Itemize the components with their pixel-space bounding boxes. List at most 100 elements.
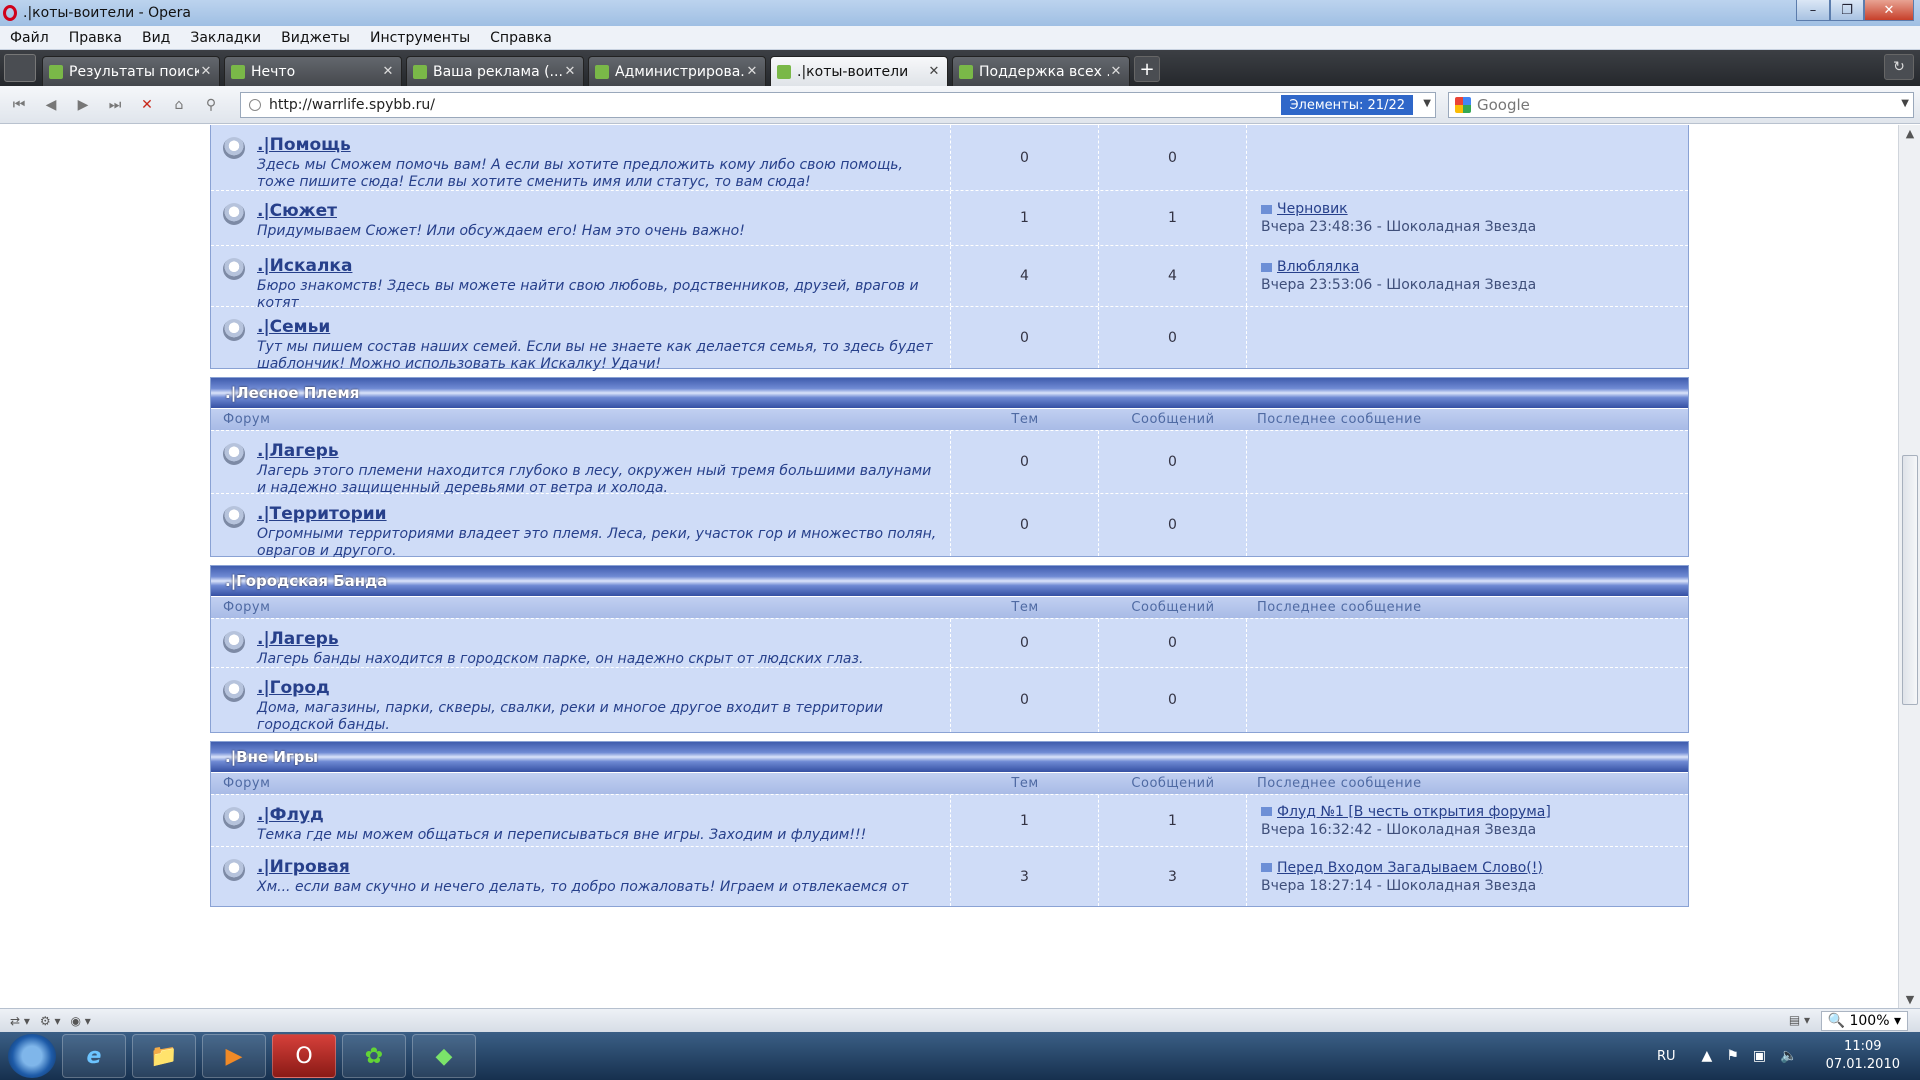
- clock[interactable]: 11:09 07.01.2010: [1826, 1038, 1900, 1074]
- forum-link[interactable]: .|Игровая: [257, 857, 940, 877]
- new-tab-button[interactable]: +: [1134, 56, 1160, 82]
- start-button[interactable]: [8, 1034, 56, 1078]
- menu-item[interactable]: Файл: [0, 30, 59, 46]
- internet-explorer-icon[interactable]: e: [62, 1034, 126, 1078]
- menu-item[interactable]: Правка: [59, 30, 132, 46]
- panel-toggle-button[interactable]: [4, 54, 36, 82]
- folder-icon[interactable]: 📁: [132, 1034, 196, 1078]
- elements-counter[interactable]: Элементы: 21/22: [1281, 95, 1413, 115]
- rewind-icon[interactable]: ⏮: [6, 92, 32, 118]
- view-icon[interactable]: ▤ ▾: [1789, 1013, 1810, 1027]
- scroll-up-icon[interactable]: ▲: [1899, 127, 1920, 140]
- tab-title[interactable]: Ваша реклама (...:...: [433, 64, 563, 80]
- icq-icon[interactable]: ✿: [342, 1034, 406, 1078]
- minimize-button[interactable]: –: [1796, 0, 1830, 21]
- forum-description: Огромными территориями владеет это племя…: [257, 526, 937, 559]
- scroll-down-icon[interactable]: ▼: [1899, 993, 1920, 1006]
- last-post-link[interactable]: Черновик: [1261, 201, 1348, 217]
- menu-item[interactable]: Закладки: [180, 30, 271, 46]
- fast-forward-icon[interactable]: ⏭: [102, 92, 128, 118]
- tab-title[interactable]: Администрирова...: [615, 64, 745, 80]
- last-post-topic[interactable]: Флуд №1 [В честь открытия форума]: [1277, 804, 1551, 820]
- menu-item[interactable]: Вид: [132, 30, 180, 46]
- browser-tab[interactable]: Поддержка всех ... ✕: [952, 56, 1130, 86]
- tab-close-icon[interactable]: ✕: [1109, 64, 1123, 79]
- tab-close-icon[interactable]: ✕: [563, 64, 577, 79]
- tab-close-icon[interactable]: ✕: [927, 64, 941, 79]
- stop-icon[interactable]: ✕: [134, 92, 160, 118]
- tab-title[interactable]: Поддержка всех ...: [979, 64, 1109, 80]
- search-field[interactable]: Google ▼: [1448, 92, 1914, 118]
- forum-link[interactable]: .|Территории: [257, 504, 940, 524]
- address-url[interactable]: http://warrlife.spybb.ru/: [269, 97, 435, 113]
- menu-item[interactable]: Инструменты: [360, 30, 480, 46]
- forum-text: .|Флуд Темка где мы можем общаться и пере…: [257, 805, 940, 844]
- language-indicator[interactable]: RU: [1657, 1049, 1676, 1064]
- forum-link[interactable]: .|Лагерь: [257, 441, 940, 461]
- sync-icon[interactable]: ⇄ ▾: [10, 1014, 30, 1028]
- last-post-link[interactable]: Перед Входом Загадываем Слово(!): [1261, 860, 1543, 876]
- browser-tab[interactable]: Администрирова... ✕: [588, 56, 766, 86]
- forum-link[interactable]: .|Искалка: [257, 256, 940, 276]
- zoom-value[interactable]: 100%: [1849, 1013, 1889, 1029]
- tab-title[interactable]: .|коты-воители: [797, 64, 927, 80]
- forum-description: Лагерь банды находится в городском парке…: [257, 651, 864, 667]
- last-post-topic[interactable]: Черновик: [1277, 201, 1348, 217]
- menu-item[interactable]: Виджеты: [271, 30, 360, 46]
- maximize-button[interactable]: ❐: [1830, 0, 1864, 21]
- zoom-control[interactable]: 🔍 100% ▾: [1820, 1011, 1908, 1031]
- forum-row: .|Искалка Бюро знакомств! Здесь вы можете…: [211, 245, 1688, 311]
- forum-link[interactable]: .|Лагерь: [257, 629, 940, 649]
- site-info-icon[interactable]: [249, 99, 261, 111]
- last-post-link[interactable]: Флуд №1 [В честь открытия форума]: [1261, 804, 1551, 820]
- forum-link[interactable]: .|Сюжет: [257, 201, 940, 221]
- google-icon[interactable]: [1455, 97, 1471, 113]
- flag-icon[interactable]: ⚑: [1726, 1048, 1739, 1064]
- unite-icon[interactable]: ⚙ ▾: [40, 1014, 61, 1028]
- category-title[interactable]: .|Вне Игры: [211, 742, 1688, 772]
- forum-row: .|Флуд Темка где мы можем общаться и пере…: [211, 794, 1688, 846]
- forum-text: .|Семьи Тут мы пишем состав наших семей. …: [257, 317, 940, 373]
- forum-link[interactable]: .|Помощь: [257, 135, 940, 155]
- close-window-button[interactable]: ✕: [1864, 0, 1914, 21]
- forum-link[interactable]: .|Город: [257, 678, 940, 698]
- category-title[interactable]: .|Городская Банда: [211, 566, 1688, 596]
- scroll-thumb[interactable]: [1902, 455, 1918, 705]
- address-field[interactable]: http://warrlife.spybb.ru/ Элементы: 21/2…: [240, 92, 1436, 118]
- forum-text: .|Искалка Бюро знакомств! Здесь вы можете…: [257, 256, 940, 312]
- category-title[interactable]: .|Лесное Племя: [211, 378, 1688, 408]
- tab-close-icon[interactable]: ✕: [745, 64, 759, 79]
- forward-icon[interactable]: ▶: [70, 92, 96, 118]
- topics-count: 4: [951, 246, 1099, 306]
- browser-tab[interactable]: Результаты поиск...✕: [42, 56, 220, 86]
- media-player-icon[interactable]: ▶: [202, 1034, 266, 1078]
- back-icon[interactable]: ◀: [38, 92, 64, 118]
- last-post-link[interactable]: Влюблялка: [1261, 259, 1359, 275]
- browser-tab[interactable]: Ваша реклама (...:...✕: [406, 56, 584, 86]
- search-dropdown-icon[interactable]: ▼: [1901, 98, 1909, 109]
- sims-icon[interactable]: ◆: [412, 1034, 476, 1078]
- wand-icon[interactable]: ⚲: [198, 92, 224, 118]
- tab-close-icon[interactable]: ✕: [381, 64, 395, 79]
- tab-title[interactable]: Результаты поиск...: [69, 64, 199, 80]
- opera-taskbar-icon[interactable]: O: [272, 1034, 336, 1078]
- menu-item[interactable]: Справка: [480, 30, 562, 46]
- browser-tab[interactable]: Нечто ✕: [224, 56, 402, 86]
- search-placeholder[interactable]: Google: [1477, 96, 1530, 114]
- forum-link[interactable]: .|Семьи: [257, 317, 940, 337]
- volume-icon[interactable]: 🔈: [1780, 1048, 1797, 1064]
- last-post-cell: [1247, 307, 1688, 368]
- turbo-icon[interactable]: ◉ ▾: [71, 1014, 91, 1028]
- last-post-topic[interactable]: Перед Входом Загадываем Слово(!): [1277, 860, 1543, 876]
- tray-expand-icon[interactable]: ▲: [1702, 1048, 1713, 1064]
- tab-close-icon[interactable]: ✕: [199, 64, 213, 79]
- tab-title[interactable]: Нечто: [251, 64, 381, 80]
- browser-tab[interactable]: .|коты-воители ✕: [770, 56, 948, 86]
- closed-tabs-icon[interactable]: ↻: [1884, 54, 1914, 80]
- page-scrollbar[interactable]: ▲ ▼: [1898, 125, 1920, 1008]
- address-dropdown-icon[interactable]: ▼: [1423, 98, 1431, 109]
- home-icon[interactable]: ⌂: [166, 92, 192, 118]
- last-post-topic[interactable]: Влюблялка: [1277, 259, 1359, 275]
- network-icon[interactable]: ▣: [1753, 1048, 1766, 1064]
- forum-link[interactable]: .|Флуд: [257, 805, 940, 825]
